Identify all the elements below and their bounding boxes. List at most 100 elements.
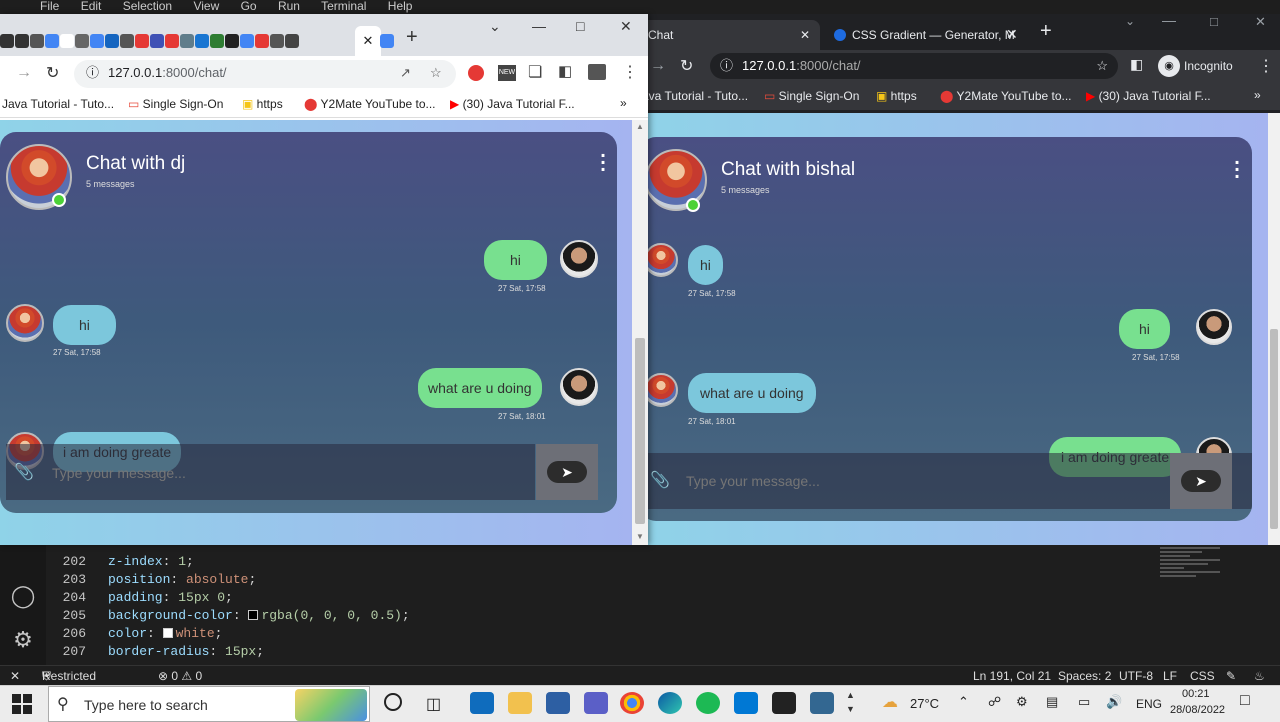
menu-icon[interactable]: ⋮ bbox=[622, 62, 638, 82]
attachment-icon[interactable]: 📎 bbox=[14, 462, 34, 482]
battery-icon[interactable]: ▭ bbox=[1078, 694, 1090, 710]
chrome-icon[interactable] bbox=[620, 692, 644, 714]
edge-icon[interactable] bbox=[658, 692, 682, 714]
reload-icon[interactable]: ↻ bbox=[46, 63, 59, 83]
tab-favicon-icon[interactable] bbox=[270, 33, 284, 48]
attachment-icon[interactable]: 📎 bbox=[650, 470, 670, 490]
feedback-icon[interactable]: ✎ bbox=[1226, 666, 1236, 686]
network-icon[interactable]: ▤ bbox=[1046, 694, 1058, 710]
weather-temp[interactable]: 27°C bbox=[910, 696, 939, 711]
menu-help[interactable]: Help bbox=[388, 0, 413, 13]
maximize-icon[interactable]: □ bbox=[576, 18, 584, 34]
bookmark-star-icon[interactable]: ☆ bbox=[1096, 53, 1108, 79]
scroll-down-icon[interactable]: ▼ bbox=[636, 532, 644, 541]
line-ending[interactable]: LF bbox=[1163, 666, 1177, 686]
file-explorer-icon[interactable] bbox=[508, 692, 532, 714]
close-window-icon[interactable]: ✕ bbox=[1255, 14, 1266, 30]
terminal-icon[interactable] bbox=[772, 692, 796, 714]
message-input[interactable] bbox=[52, 462, 512, 484]
spotify-icon[interactable] bbox=[696, 692, 720, 714]
tab-favicon-icon[interactable] bbox=[380, 33, 394, 48]
profile-icon[interactable] bbox=[588, 64, 606, 80]
taskbar-search[interactable]: ⚲ Type here to search bbox=[48, 686, 370, 722]
tab-favicon-icon[interactable] bbox=[180, 33, 194, 48]
tab-favicon-icon[interactable] bbox=[15, 33, 29, 48]
tab-favicon-icon[interactable] bbox=[135, 33, 149, 48]
language-indicator[interactable]: ENG bbox=[1136, 697, 1162, 711]
postgresql-icon[interactable] bbox=[810, 692, 834, 714]
action-menu-icon[interactable]: ... bbox=[598, 141, 608, 175]
bookmark-item[interactable]: ▣ https bbox=[876, 89, 917, 103]
close-window-icon[interactable]: ✕ bbox=[620, 18, 632, 35]
news-extension-icon[interactable]: NEW bbox=[498, 65, 516, 81]
notifications-icon[interactable]: □ bbox=[1240, 692, 1250, 710]
scroll-up-icon[interactable]: ▲ bbox=[636, 122, 644, 131]
sidepanel-icon[interactable]: ◧ bbox=[558, 62, 572, 80]
bookmark-item[interactable]: ▣ https bbox=[242, 97, 283, 111]
action-menu-icon[interactable]: ... bbox=[1232, 148, 1242, 182]
maximize-icon[interactable]: □ bbox=[1210, 14, 1218, 29]
minimap[interactable] bbox=[1160, 545, 1220, 605]
minimize-icon[interactable]: — bbox=[532, 18, 546, 34]
mail-icon[interactable] bbox=[470, 692, 494, 714]
cortana-icon[interactable] bbox=[384, 693, 402, 711]
tab-favicon-icon[interactable] bbox=[210, 33, 224, 48]
menu-icon[interactable]: ⋮ bbox=[1258, 56, 1274, 76]
share-icon[interactable]: ↗ bbox=[400, 60, 411, 86]
menu-file[interactable]: File bbox=[40, 0, 59, 13]
tab-css-gradient[interactable]: CSS Gradient — Generator, M bbox=[828, 20, 1018, 50]
address-bar[interactable]: ⓘ 127.0.0.1:8000/chat/ ☆ bbox=[710, 53, 1118, 79]
pinned-tabs[interactable] bbox=[0, 33, 300, 48]
tab-favicon-icon[interactable] bbox=[255, 33, 269, 48]
usb-icon[interactable]: ☍ bbox=[988, 694, 1001, 710]
extensions-puzzle-icon[interactable]: ❏ bbox=[528, 62, 542, 82]
teams-icon[interactable] bbox=[584, 692, 608, 714]
close-tab-icon[interactable]: ✕ bbox=[355, 26, 381, 56]
account-icon[interactable]: ◯ bbox=[10, 583, 36, 609]
encoding[interactable]: UTF-8 bbox=[1119, 666, 1153, 686]
tab-favicon-icon[interactable] bbox=[165, 33, 179, 48]
minimize-icon[interactable]: — bbox=[1162, 14, 1176, 28]
color-swatch[interactable] bbox=[248, 610, 259, 620]
tab-favicon-icon[interactable] bbox=[195, 33, 209, 48]
send-button[interactable]: ➤ bbox=[536, 444, 598, 500]
sidepanel-icon[interactable]: ◧ bbox=[1130, 56, 1143, 73]
bookmark-item[interactable]: ⬤ Y2Mate YouTube to... bbox=[304, 97, 436, 111]
tab-favicon-icon[interactable] bbox=[225, 33, 239, 48]
incognito-badge[interactable]: ◉ Incognito bbox=[1158, 54, 1241, 78]
address-bar[interactable]: ⓘ 127.0.0.1:8000/chat/ ↗ ☆ bbox=[74, 60, 456, 88]
scrollbar-thumb[interactable] bbox=[1270, 329, 1278, 529]
volume-icon[interactable]: 🔊 bbox=[1106, 694, 1122, 710]
antivirus-icon[interactable]: ⚙ bbox=[1016, 694, 1028, 710]
color-swatch[interactable] bbox=[162, 628, 173, 638]
forward-icon[interactable]: → bbox=[650, 57, 666, 75]
bookmark-item[interactable]: ▭ Single Sign-On bbox=[764, 89, 859, 103]
tab-search-icon[interactable]: ⌄ bbox=[489, 18, 501, 35]
tab-favicon-icon[interactable] bbox=[120, 33, 134, 48]
tab-search-icon[interactable]: ⌄ bbox=[1125, 14, 1135, 28]
remote-icon[interactable]: ✕ bbox=[10, 666, 20, 686]
tab-favicon-icon[interactable] bbox=[240, 33, 254, 48]
menu-go[interactable]: Go bbox=[241, 0, 257, 13]
language-mode[interactable]: CSS bbox=[1190, 666, 1215, 686]
forward-icon[interactable]: → bbox=[16, 64, 32, 82]
tab-favicon-icon[interactable] bbox=[285, 33, 299, 48]
bookmark-item[interactable]: Java Tutorial - Tuto... bbox=[2, 97, 114, 111]
menu-terminal[interactable]: Terminal bbox=[321, 0, 366, 13]
tab-favicon-icon[interactable] bbox=[30, 33, 44, 48]
send-button[interactable]: ➤ bbox=[1170, 453, 1232, 509]
new-tab-icon[interactable]: + bbox=[1040, 20, 1052, 43]
menu-run[interactable]: Run bbox=[278, 0, 300, 13]
bookmark-item[interactable]: ▶ (30) Java Tutorial F... bbox=[1086, 89, 1211, 103]
windows-start-icon[interactable] bbox=[12, 694, 32, 714]
page-scrollbar[interactable] bbox=[1268, 113, 1280, 545]
adblock-extension-icon[interactable] bbox=[468, 65, 484, 81]
cursor-position[interactable]: Ln 191, Col 21 bbox=[973, 666, 1051, 686]
tab-chat[interactable]: Chat ✕ bbox=[640, 20, 820, 50]
menu-view[interactable]: View bbox=[193, 0, 219, 13]
tab-favicon-icon[interactable] bbox=[90, 33, 104, 48]
remote-desktop-icon[interactable] bbox=[734, 692, 758, 714]
bookmark-item[interactable]: ▭ Single Sign-On bbox=[128, 97, 223, 111]
store-icon[interactable] bbox=[546, 692, 570, 714]
scrollbar-thumb[interactable] bbox=[635, 338, 645, 524]
